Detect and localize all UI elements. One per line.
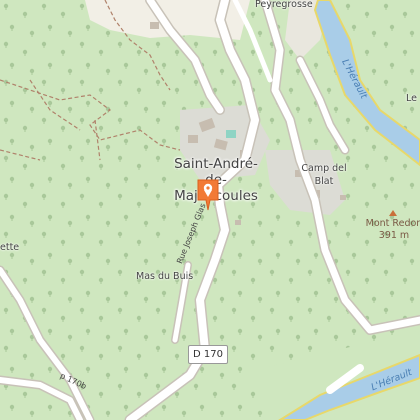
peak-elevation: 391 m <box>378 230 410 241</box>
map-view[interactable]: Saint-André-de-Majencoules Camp del Blat… <box>0 0 420 420</box>
place-left-edge-label: ette <box>0 242 20 253</box>
place-peyregrosse-label: Peyregrosse <box>255 0 313 10</box>
hamlet-camp-label: Camp del Blat <box>301 163 347 187</box>
location-marker-icon[interactable] <box>196 178 220 212</box>
pool <box>226 130 236 138</box>
peak-icon <box>389 210 397 216</box>
hamlet-mas-label: Mas du Buis <box>136 271 194 282</box>
peak-name: Mont Redon <box>365 218 420 229</box>
road-shield: D 170 <box>188 345 228 364</box>
peak-label: Mont Redon 391 m <box>364 218 420 242</box>
place-le-label: Le <box>406 93 417 104</box>
